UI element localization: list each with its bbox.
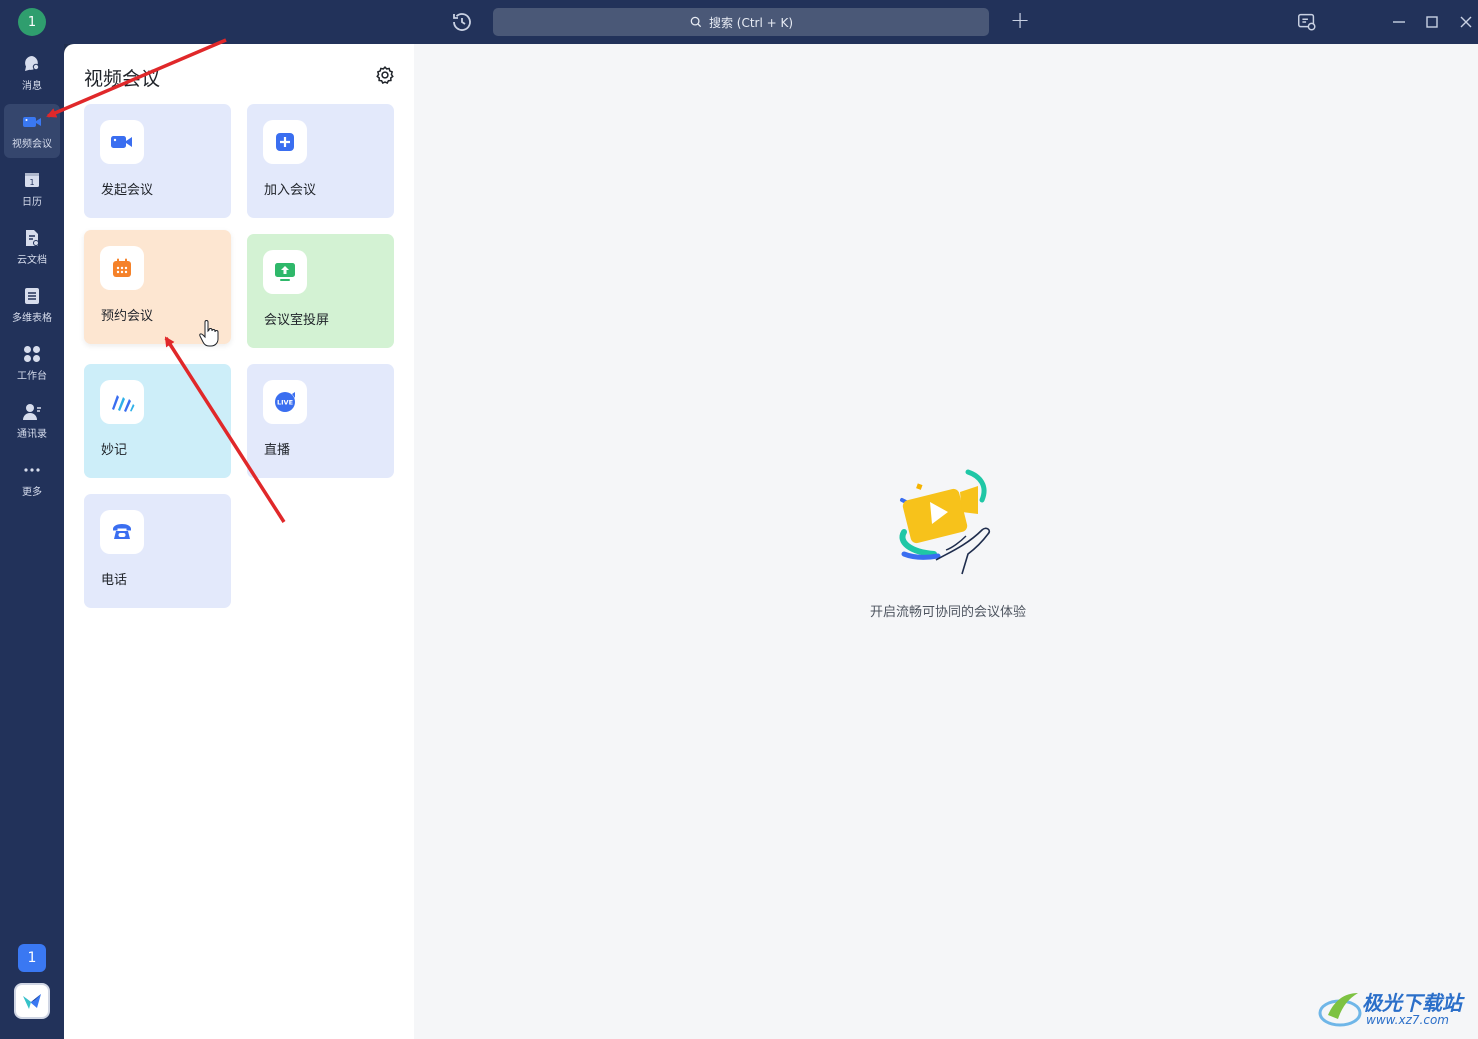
- svg-text:LIVE: LIVE: [277, 399, 293, 407]
- add-button[interactable]: +: [1008, 8, 1032, 33]
- svg-text:1: 1: [29, 178, 34, 187]
- meeting-notify-icon[interactable]: [1296, 11, 1318, 33]
- nav-item-messages[interactable]: 消息: [4, 46, 60, 100]
- chat-bubble-icon: [25, 56, 40, 71]
- nav-item-label: 消息: [22, 81, 42, 92]
- left-nav: 消息 视频会议 1 日历 云文档 多维表格 工作台 通讯录 更多: [0, 44, 64, 1039]
- nav-item-label: 云文档: [17, 255, 47, 266]
- join-meeting-plus-icon: [276, 133, 294, 151]
- schedule-calendar-icon: [113, 258, 131, 277]
- phone-card[interactable]: 电话: [84, 494, 231, 608]
- watermark-logo-icon: [1318, 993, 1362, 1027]
- user-avatar[interactable]: 1: [18, 8, 46, 36]
- nav-item-calendar[interactable]: 1 日历: [4, 162, 60, 216]
- schedule-meeting-card[interactable]: 预约会议: [84, 230, 231, 344]
- nav-item-workbench[interactable]: 工作台: [4, 336, 60, 390]
- video-camera-icon: [23, 117, 41, 127]
- start-meeting-card[interactable]: 发起会议: [84, 104, 231, 218]
- card-label: 电话: [101, 573, 128, 588]
- main-content: 开启流畅可协同的会议体验: [414, 44, 1478, 1039]
- card-icon-box: [100, 120, 144, 164]
- maximize-icon[interactable]: [1421, 11, 1443, 33]
- empty-state-text: 开启流畅可协同的会议体验: [869, 605, 1026, 620]
- card-label: 加入会议: [264, 183, 317, 198]
- contacts-icon: [23, 404, 41, 420]
- card-icon-box: [263, 120, 307, 164]
- nav-item-label: 视频会议: [12, 139, 52, 150]
- nav-item-label: 工作台: [17, 371, 47, 382]
- video-meeting-panel: 视频会议 发起会议 加入会议 预约会议 会议室投屏 妙记 LIVE 直播 电话: [64, 44, 414, 1039]
- panel-title: 视频会议: [84, 68, 161, 90]
- nav-item-more[interactable]: 更多: [4, 452, 60, 506]
- nav-item-cloud-docs[interactable]: 云文档: [4, 220, 60, 274]
- app-logo[interactable]: [14, 983, 50, 1019]
- screen-share-icon: [275, 263, 295, 281]
- title-bar: 1 搜索 (Ctrl + K) +: [0, 0, 1478, 44]
- room-screen-share-card[interactable]: 会议室投屏: [247, 234, 394, 348]
- watermark-url: www.xz7.com: [1366, 1013, 1449, 1027]
- join-meeting-card[interactable]: 加入会议: [247, 104, 394, 218]
- start-meeting-camera-icon: [111, 136, 132, 148]
- search-placeholder: 搜索 (Ctrl + K): [708, 15, 794, 30]
- watermark-text: 极光下载站: [1362, 991, 1462, 1015]
- nav-item-label: 更多: [22, 487, 42, 498]
- nav-item-label: 日历: [22, 197, 42, 208]
- close-icon[interactable]: [1455, 11, 1477, 33]
- video-meeting-illustration: [899, 469, 991, 575]
- live-icon: LIVE: [275, 392, 295, 412]
- card-icon-box: [100, 246, 144, 290]
- notification-badge[interactable]: 1: [18, 944, 46, 972]
- card-icon-box: [263, 250, 307, 294]
- more-dots-icon: [24, 468, 40, 472]
- search-icon: [690, 16, 702, 28]
- card-label: 妙记: [101, 443, 128, 458]
- minutes-card[interactable]: 妙记: [84, 364, 231, 478]
- nav-item-multi-table[interactable]: 多维表格: [4, 278, 60, 332]
- site-watermark: 极光下载站 www.xz7.com: [1318, 985, 1470, 1031]
- card-icon-box: LIVE: [263, 380, 307, 424]
- history-icon[interactable]: [450, 10, 474, 34]
- live-stream-card[interactable]: LIVE 直播: [247, 364, 394, 478]
- card-label: 发起会议: [101, 183, 154, 198]
- table-icon: [25, 288, 39, 304]
- minimize-icon[interactable]: [1388, 11, 1410, 33]
- nav-item-contacts[interactable]: 通讯录: [4, 394, 60, 448]
- app-logo-icon: [23, 994, 41, 1009]
- card-label: 会议室投屏: [264, 313, 330, 328]
- card-label: 直播: [264, 443, 291, 458]
- nav-item-video-meeting[interactable]: 视频会议: [4, 104, 60, 158]
- card-icon-box: [100, 380, 144, 424]
- nav-item-label: 多维表格: [12, 313, 52, 324]
- search-input[interactable]: 搜索 (Ctrl + K): [493, 8, 989, 36]
- card-label: 预约会议: [101, 309, 154, 324]
- phone-icon: [113, 524, 131, 539]
- gear-icon[interactable]: [375, 65, 395, 85]
- nav-item-label: 通讯录: [17, 429, 47, 440]
- card-icon-box: [100, 510, 144, 554]
- cloud-doc-icon: [26, 230, 39, 246]
- minutes-icon: [112, 395, 135, 412]
- workbench-grid-icon: [24, 346, 40, 362]
- calendar-icon: 1: [25, 173, 39, 187]
